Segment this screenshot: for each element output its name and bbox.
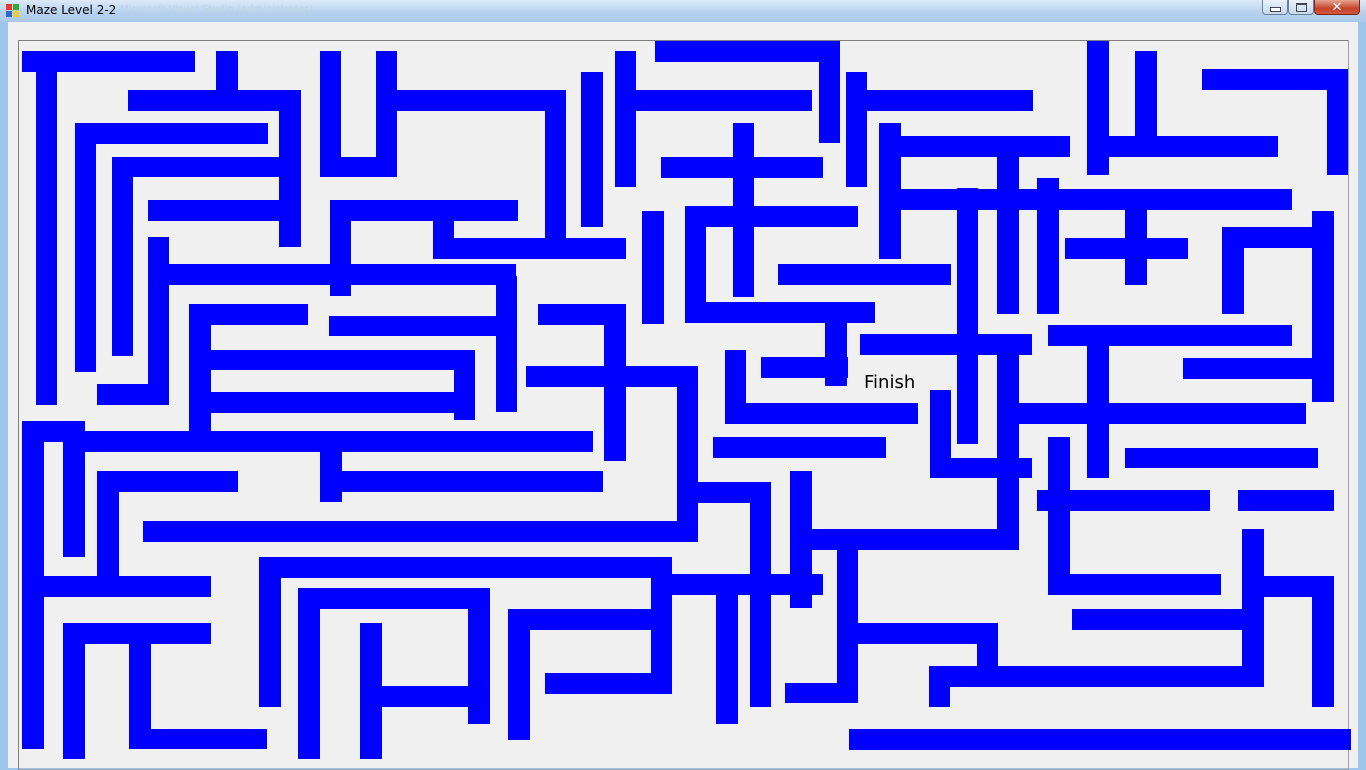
maze-wall	[545, 90, 566, 257]
maze-wall	[929, 666, 1264, 687]
maze-wall	[143, 521, 698, 542]
maze-wall	[1072, 609, 1264, 630]
maze-wall	[1135, 51, 1157, 157]
maze-wall	[128, 90, 301, 111]
maze-wall	[129, 729, 267, 749]
maze-wall	[97, 384, 169, 405]
maze-wall	[1312, 576, 1334, 707]
maze-wall	[376, 90, 566, 111]
maze-wall	[508, 609, 672, 630]
maze-wall	[1242, 529, 1264, 687]
maze-wall	[526, 366, 698, 387]
maze-wall	[216, 51, 238, 93]
maze-wall	[496, 276, 517, 412]
window-title: Maze Level 2-2	[26, 3, 117, 17]
maze-wall	[1327, 69, 1348, 175]
maze-wall	[825, 304, 847, 386]
maze-wall	[148, 200, 281, 221]
maze-wall	[1238, 490, 1334, 511]
maze-wall	[1183, 358, 1334, 379]
maze-wall	[330, 200, 351, 296]
maze-wall	[298, 588, 320, 759]
maze-wall	[189, 392, 475, 413]
maze-wall	[615, 90, 812, 111]
maze-wall	[929, 666, 950, 707]
maze-wall	[97, 471, 119, 581]
maze-wall	[997, 345, 1019, 550]
maze-wall	[433, 238, 626, 259]
maze-wall	[879, 136, 1070, 157]
maximize-icon	[1295, 2, 1307, 12]
maze-wall	[997, 136, 1019, 314]
maze-wall	[1087, 325, 1109, 478]
maze-wall	[112, 157, 280, 177]
maze-wall	[1125, 448, 1318, 468]
maze-wall	[1048, 437, 1070, 594]
maze-wall	[508, 609, 530, 740]
background-window-title: Microsoft Visual Studio (Administrator)	[120, 4, 313, 15]
maximize-button[interactable]	[1288, 0, 1314, 15]
close-button[interactable]: ✕	[1314, 0, 1360, 15]
maze-wall	[778, 264, 951, 285]
maze-wall	[189, 350, 475, 370]
maze-wall	[330, 200, 518, 221]
maze-wall	[279, 90, 301, 247]
maze-wall	[977, 623, 998, 668]
maze-wall	[819, 41, 840, 143]
maze-wall	[615, 51, 636, 187]
close-icon: ✕	[1331, 0, 1343, 15]
maze-wall	[148, 237, 169, 404]
maze-wall	[837, 529, 858, 703]
maze-wall	[716, 574, 738, 724]
minimize-icon	[1269, 7, 1281, 12]
maze-wall	[860, 334, 1032, 355]
maze-wall	[1222, 227, 1244, 314]
maze-wall	[785, 683, 858, 703]
maze-wall	[790, 529, 1019, 550]
title-bar[interactable]: Maze Level 2-2 Microsoft Visual Studio (…	[0, 0, 1366, 22]
maze-wall	[677, 366, 698, 542]
maze-wall	[1087, 136, 1278, 157]
maze-wall	[642, 211, 664, 324]
maze-wall	[879, 189, 1292, 210]
maze-wall	[259, 557, 672, 578]
maze-wall	[75, 123, 96, 372]
maze-wall	[581, 72, 603, 227]
maze-wall	[63, 623, 85, 759]
maze-wall	[1037, 178, 1059, 314]
maze-wall	[22, 576, 211, 597]
maze-wall	[320, 471, 603, 492]
maze-wall	[1125, 200, 1147, 285]
maze-wall	[957, 188, 978, 444]
maze-wall	[846, 90, 1033, 111]
maze-wall	[1037, 490, 1210, 511]
maze-wall	[997, 403, 1306, 424]
maze-wall	[655, 41, 840, 62]
finish-label: Finish	[864, 372, 916, 393]
maze-wall	[1048, 574, 1221, 595]
minimize-button[interactable]	[1262, 0, 1288, 15]
maze-wall	[725, 403, 918, 424]
maze-wall	[298, 588, 490, 609]
maze-wall	[36, 51, 57, 405]
maze-wall	[849, 729, 1351, 750]
maze-wall	[376, 51, 397, 177]
maze-wall	[1048, 325, 1292, 346]
maze-wall	[329, 316, 517, 336]
maze-wall	[468, 588, 490, 724]
app-icon	[6, 4, 20, 18]
maze-wall	[837, 623, 998, 644]
maze-wall	[685, 206, 858, 227]
maze-wall	[112, 157, 133, 356]
maze-wall	[713, 437, 886, 458]
maze-wall	[75, 123, 268, 144]
maze-wall	[259, 557, 281, 707]
